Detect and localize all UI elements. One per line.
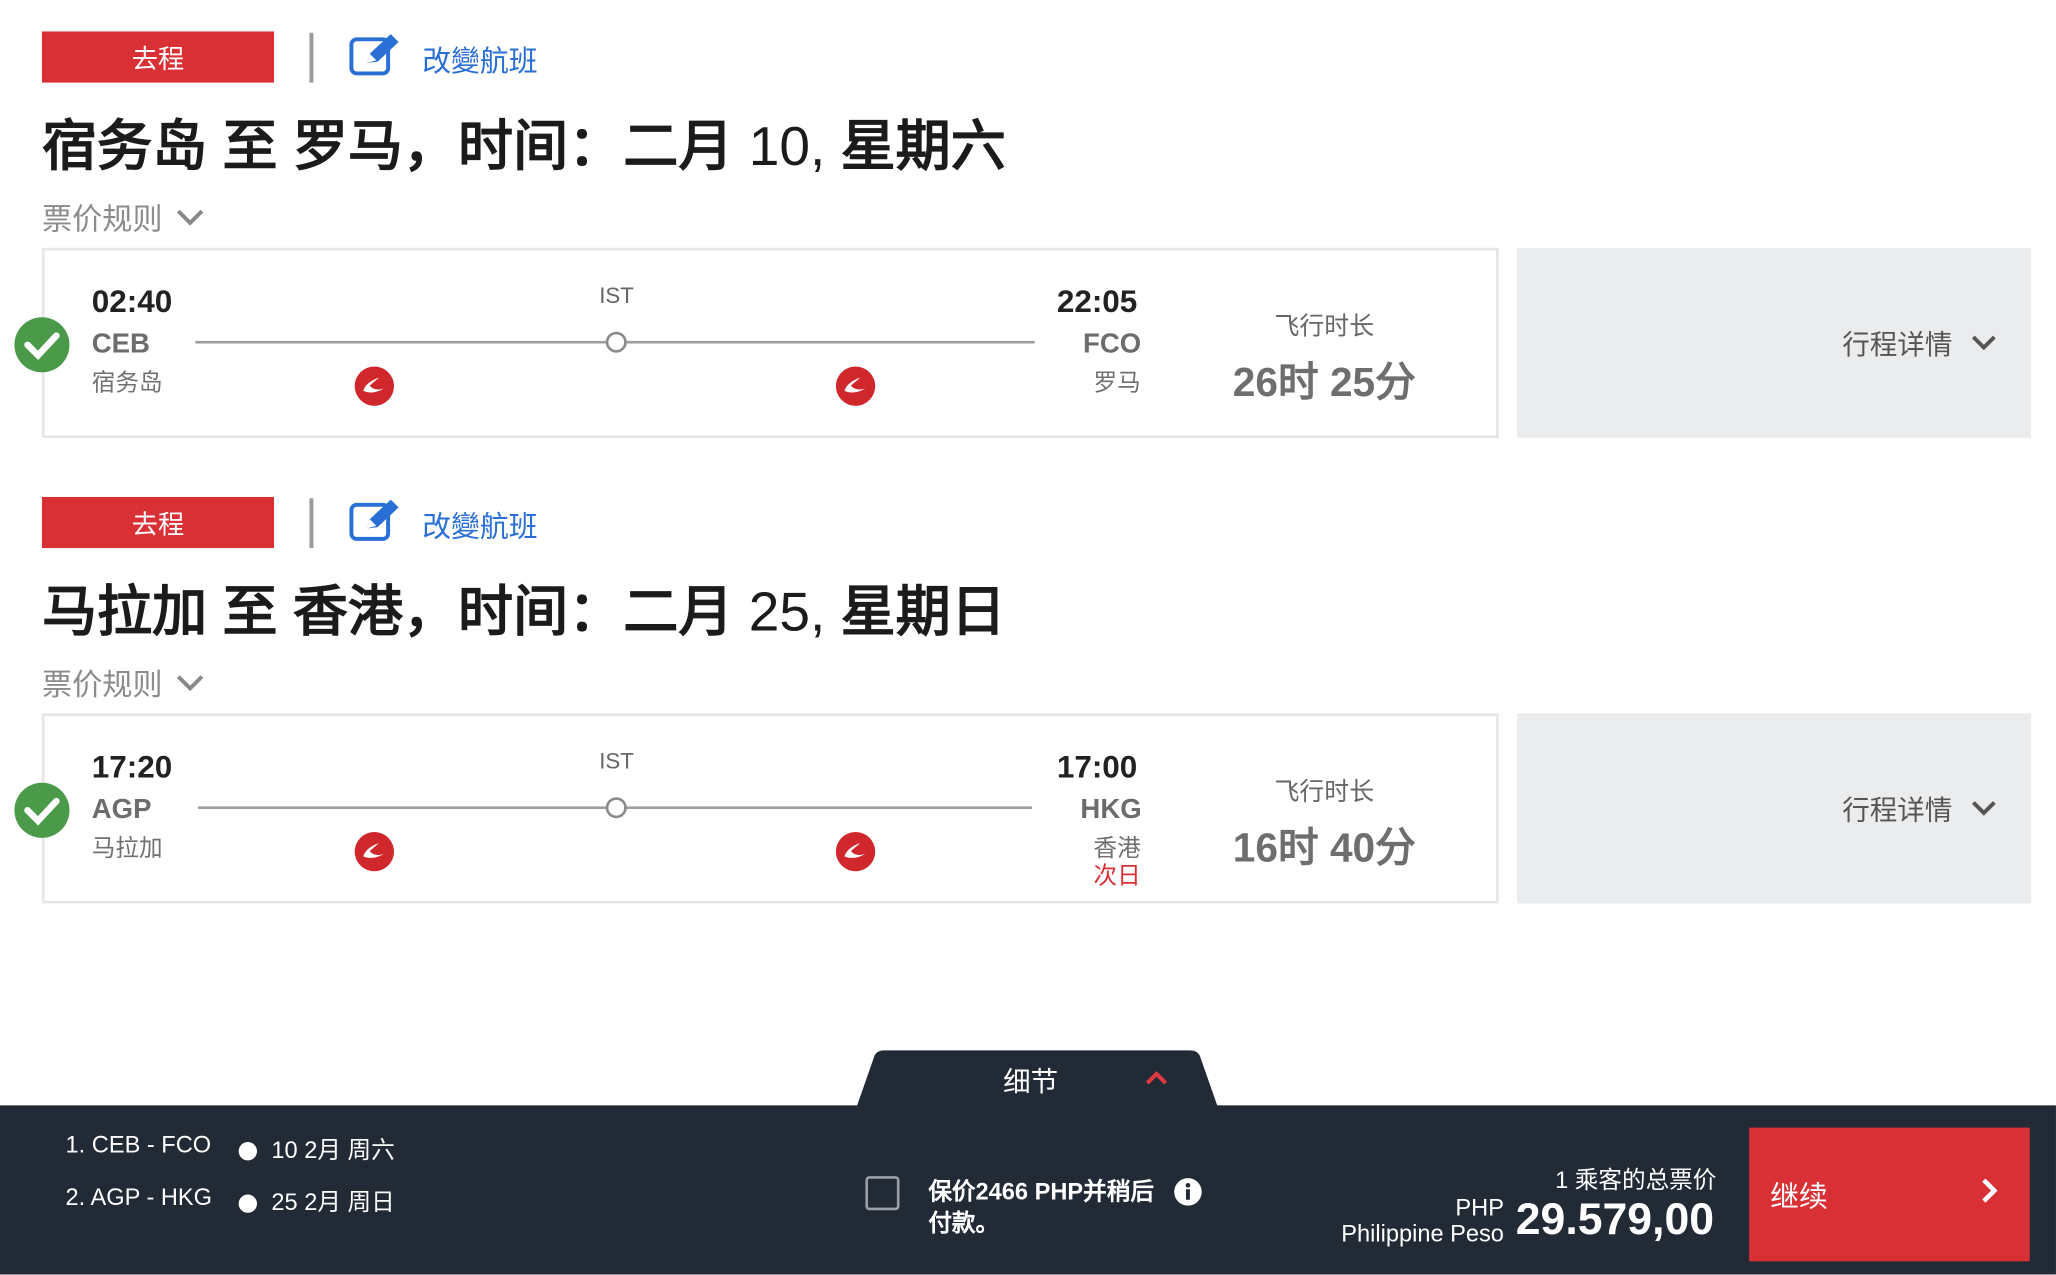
next-day-indicator: 次日 [1093,862,1141,889]
total-fare-label: 1 乘客的总票价 [1555,1166,1717,1194]
bullet-dot [238,1142,257,1161]
chevron-right-icon [1980,1177,1998,1211]
itinerary-details-button[interactable]: 行程详情 [1517,713,2032,904]
fare-rules-toggle[interactable]: 票价规则 [42,194,205,239]
change-flight-link[interactable]: 改變航班 [349,31,538,86]
duration-label: 飞行时长 [1274,778,1375,807]
fare-rules-label: 票价规则 [41,667,163,702]
chevron-down-icon [176,199,205,234]
chevron-down-icon [176,664,205,699]
chevron-down-icon [1971,793,1997,824]
edit-icon [349,31,404,86]
itinerary-details-label: 行程详情 [1842,795,1953,826]
airline-logo-icon [354,831,395,878]
change-flight-label: 改變航班 [422,510,538,543]
flight-duration: 26时 25分 [1232,359,1416,406]
page-title: 马拉加 至 香港，时间：二月 25, 星期日 [41,580,1006,643]
leg-date: 25 2月 周日 [271,1189,395,1216]
arrival-code: HKG [1080,794,1142,825]
separator [309,498,314,549]
departure-city: 宿务岛 [91,369,163,396]
flight-duration: 16时 40分 [1232,824,1416,871]
layover-stop-marker [605,331,627,353]
total-price: 29.579,00 [1515,1194,1715,1245]
leg-route: 2. AGP - HKG [65,1184,213,1211]
departure-city: 马拉加 [91,835,163,862]
separator [309,32,314,83]
itinerary-details-label: 行程详情 [1842,329,1953,360]
leg-route: 1. CEB - FCO [65,1131,212,1158]
page-title: 宿务岛 至 罗马，时间：二月 10, 星期六 [41,115,1006,178]
fare-rules-toggle[interactable]: 票价规则 [42,660,205,705]
airline-logo-icon [835,831,876,878]
layover-code: IST [599,748,634,774]
arrival-time: 17:00 [1056,750,1138,786]
layover-code: IST [599,283,634,309]
departure-time: 17:20 [91,750,173,786]
arrival-code: FCO [1083,329,1142,360]
selected-check-icon [13,316,71,380]
leg-date: 10 2月 周六 [271,1136,395,1164]
hold-price-text: 保价2466 PHP并稍后 付款。 [928,1178,1154,1237]
chevron-up-icon [1145,1069,1169,1093]
airline-logo-icon [835,366,876,413]
fare-rules-label: 票价规则 [41,201,163,237]
continue-button[interactable]: 继续 [1749,1127,2030,1262]
arrival-city: 罗马 [1093,369,1141,396]
departure-code: AGP [91,794,152,825]
layover-stop-marker [605,797,627,819]
continue-label: 继续 [1770,1180,1828,1213]
duration-label: 飞行时长 [1274,313,1375,341]
direction-badge: 去程 [41,496,275,549]
info-icon[interactable] [1174,1177,1203,1212]
selected-check-icon [13,781,71,845]
direction-badge: 去程 [41,31,275,83]
change-flight-link[interactable]: 改變航班 [349,497,538,552]
airline-logo-icon [354,366,395,413]
departure-code: CEB [91,329,150,360]
details-tab-label: 细节 [1003,1067,1059,1098]
change-flight-label: 改變航班 [422,44,538,78]
departure-time: 02:40 [91,284,173,320]
hold-price-checkbox[interactable] [865,1176,900,1211]
details-tab[interactable]: 细节 [856,1050,1219,1108]
currency-label: PHP Philippine Peso [1341,1194,1504,1247]
bullet-dot [238,1194,257,1213]
itinerary-details-button[interactable]: 行程详情 [1517,247,2032,438]
chevron-down-icon [1971,327,1997,358]
arrival-time: 22:05 [1056,284,1138,320]
edit-icon [349,497,404,552]
